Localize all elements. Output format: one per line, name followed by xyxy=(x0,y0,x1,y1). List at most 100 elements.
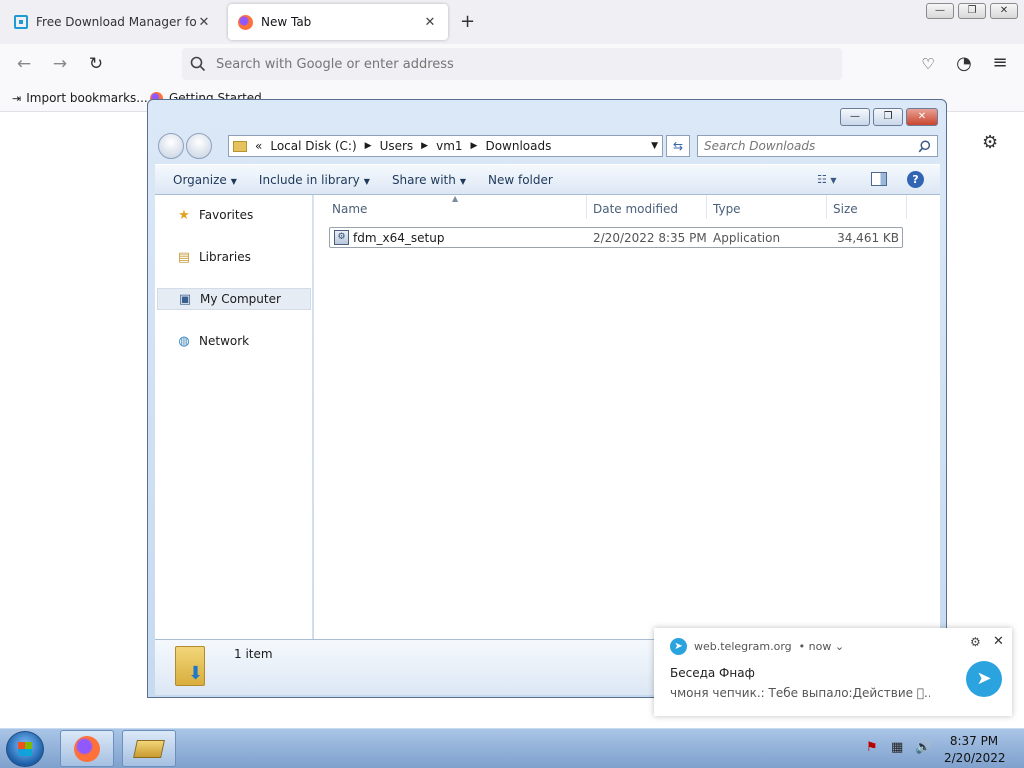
tab-close-icon[interactable]: ✕ xyxy=(422,15,438,30)
tab-title: Free Download Manager for Wi xyxy=(36,15,196,29)
preview-pane-icon[interactable] xyxy=(871,172,887,186)
file-row[interactable]: ⚙ fdm_x64_setup 2/20/2022 8:35 PM Applic… xyxy=(329,227,903,248)
volume-icon[interactable]: 🔊 xyxy=(915,740,931,755)
fdm-favicon-icon xyxy=(14,15,28,29)
help-icon[interactable]: ? xyxy=(907,171,924,188)
share-with-label: Share with xyxy=(391,172,456,187)
address-overflow[interactable]: « xyxy=(255,139,262,153)
include-in-library-button[interactable]: Include in library ▼ xyxy=(259,173,370,187)
menu-icon[interactable]: ≡ xyxy=(988,52,1012,73)
share-with-button[interactable]: Share with ▼ xyxy=(392,173,466,187)
forward-button[interactable]: → xyxy=(48,54,72,74)
column-divider[interactable] xyxy=(706,195,707,219)
tab-new-tab[interactable]: New Tab ✕ xyxy=(228,4,448,40)
refresh-button[interactable]: ⇆ xyxy=(666,135,690,157)
file-date: 2/20/2022 8:35 PM xyxy=(593,231,707,245)
column-header-size[interactable]: Size xyxy=(833,202,858,216)
new-folder-button[interactable]: New folder xyxy=(488,173,553,187)
column-divider[interactable] xyxy=(906,195,907,219)
chevron-down-icon: ▼ xyxy=(230,176,237,186)
crumb-users[interactable]: Users xyxy=(380,139,414,153)
search-icon xyxy=(190,56,206,72)
account-icon[interactable]: ◔ xyxy=(952,53,976,74)
close-window-button[interactable]: ✕ xyxy=(990,3,1018,19)
back-button[interactable]: ← xyxy=(12,54,36,74)
star-icon: ★ xyxy=(178,207,190,223)
pocket-icon[interactable]: ♡ xyxy=(916,55,940,73)
column-header-date-modified[interactable]: Date modified xyxy=(593,202,678,216)
column-header-type[interactable]: Type xyxy=(713,202,741,216)
reload-button[interactable]: ↻ xyxy=(84,54,108,74)
nav-item-label: Network xyxy=(199,334,250,348)
explorer-minimize-button[interactable]: — xyxy=(840,108,870,126)
explorer-file-list: ▲ Name Date modified Type Size ⚙ fdm_x64… xyxy=(314,194,940,639)
nav-item-network[interactable]: ◍ Network xyxy=(157,330,311,352)
crumb-local-disk[interactable]: Local Disk (C:) xyxy=(270,139,356,153)
import-bookmarks-item[interactable]: ⇥ Import bookmarks... xyxy=(12,91,148,105)
search-downloads-input[interactable] xyxy=(704,139,918,153)
bookmark-label: Import bookmarks... xyxy=(26,91,148,105)
setup-file-icon: ⚙ xyxy=(334,230,349,245)
telegram-notification[interactable]: ➤ web.telegram.org • now ⌄ ⚙ ✕ Беседа Фн… xyxy=(654,628,1012,716)
explorer-back-button[interactable] xyxy=(158,133,184,159)
notification-time[interactable]: • now ⌄ xyxy=(799,640,844,653)
action-center-flag-icon[interactable]: ⚑ xyxy=(866,740,878,755)
include-in-library-label: Include in library xyxy=(258,172,360,187)
explorer-restore-button[interactable]: ❐ xyxy=(873,108,903,126)
column-header-name[interactable]: Name xyxy=(332,202,367,216)
sort-indicator-icon: ▲ xyxy=(452,194,459,203)
start-button[interactable] xyxy=(6,731,44,767)
telegram-small-icon: ➤ xyxy=(670,638,687,655)
notification-settings-icon[interactable]: ⚙ xyxy=(970,635,981,649)
nav-item-libraries[interactable]: ▤ Libraries xyxy=(157,246,311,268)
browser-tab-bar: Free Download Manager for Wi ✕ New Tab ✕… xyxy=(0,0,1024,44)
libraries-icon: ▤ xyxy=(177,249,191,265)
clock-date[interactable]: 2/20/2022 xyxy=(944,751,1006,765)
nav-item-favorites[interactable]: ★ Favorites xyxy=(157,204,311,226)
minimize-button[interactable]: — xyxy=(926,3,954,19)
clock-time[interactable]: 8:37 PM xyxy=(944,734,1004,748)
gear-icon[interactable]: ⚙ xyxy=(982,132,998,153)
column-divider[interactable] xyxy=(586,195,587,219)
tab-free-download-manager[interactable]: Free Download Manager for Wi ✕ xyxy=(4,4,222,40)
taskbar-explorer-button[interactable] xyxy=(122,730,176,767)
explorer-address-bar[interactable]: « Local Disk (C:) ▶ Users ▶ vm1 ▶ Downlo… xyxy=(228,135,663,157)
chevron-down-icon: ▼ xyxy=(459,176,466,186)
crumb-vm1[interactable]: vm1 xyxy=(436,139,462,153)
chevron-down-icon: ▼ xyxy=(363,176,370,186)
nav-item-label: Favorites xyxy=(199,208,254,222)
file-type: Application xyxy=(713,231,781,245)
explorer-navigation-pane: ★ Favorites ▤ Libraries ▣ My Computer ◍ … xyxy=(155,195,313,639)
computer-icon: ▣ xyxy=(178,291,192,307)
explorer-forward-button[interactable] xyxy=(186,133,212,159)
new-tab-button[interactable]: + xyxy=(460,11,475,32)
explorer-search-box[interactable] xyxy=(697,135,938,157)
crumb-separator-icon[interactable]: ▶ xyxy=(421,141,428,151)
telegram-logo-icon: ➤ xyxy=(966,661,1002,697)
nav-item-my-computer[interactable]: ▣ My Computer xyxy=(157,288,311,310)
organize-button[interactable]: Organize ▼ xyxy=(173,173,237,187)
explorer-window: — ❐ ✕ « Local Disk (C:) ▶ Users ▶ vm1 ▶ … xyxy=(147,99,947,698)
crumb-downloads[interactable]: Downloads xyxy=(485,139,551,153)
crumb-separator-icon[interactable]: ▶ xyxy=(365,141,372,151)
import-icon: ⇥ xyxy=(12,91,22,105)
restore-button[interactable]: ❐ xyxy=(958,3,986,19)
column-divider[interactable] xyxy=(826,195,827,219)
search-icon xyxy=(918,139,931,152)
network-tray-icon[interactable]: ▦ xyxy=(891,740,903,755)
url-input[interactable] xyxy=(216,56,816,72)
organize-label: Organize xyxy=(173,172,227,187)
item-count: 1 item xyxy=(234,647,273,661)
crumb-separator-icon[interactable]: ▶ xyxy=(471,141,478,151)
windows-logo-icon xyxy=(18,742,32,756)
explorer-close-button[interactable]: ✕ xyxy=(906,108,938,126)
taskbar-firefox-button[interactable] xyxy=(60,730,114,767)
address-dropdown-icon[interactable]: ▼ xyxy=(651,141,658,151)
notification-close-icon[interactable]: ✕ xyxy=(993,634,1004,649)
tab-title: New Tab xyxy=(261,15,312,29)
view-options-icon[interactable]: ☷ ▼ xyxy=(817,173,837,186)
tab-close-icon[interactable]: ✕ xyxy=(196,15,212,30)
firefox-icon xyxy=(74,736,100,762)
nav-item-label: Libraries xyxy=(199,250,251,264)
url-bar[interactable] xyxy=(182,48,842,80)
